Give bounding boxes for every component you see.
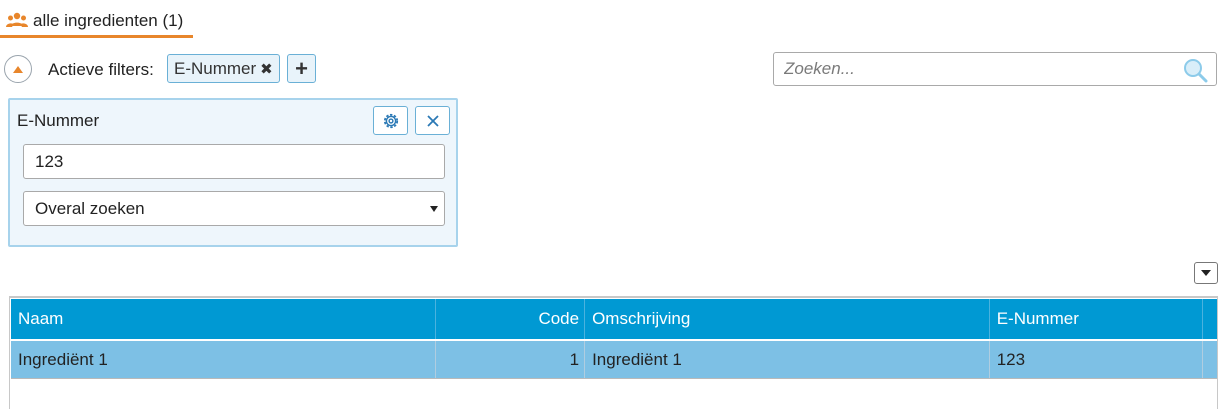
ingredients-table: Naam Code Omschrijving E-Nummer Ingredië… <box>9 296 1218 409</box>
close-x-icon[interactable]: ✖ <box>260 60 273 78</box>
add-filter-button[interactable]: + <box>287 54 316 83</box>
column-menu-button[interactable] <box>1194 262 1218 284</box>
column-header-code[interactable]: Code <box>436 299 586 339</box>
cell-code[interactable]: 1 <box>436 341 586 378</box>
filter-panel-title: E-Nummer <box>17 111 100 130</box>
filter-panel-e-nummer: E-Nummer Overal zoeken <box>8 98 458 247</box>
collapse-filters-button[interactable] <box>4 55 32 83</box>
search-mode-select[interactable]: Overal zoeken <box>23 191 445 226</box>
column-header-filler <box>1203 299 1217 339</box>
tab-alle-ingredienten[interactable]: alle ingredienten (1) <box>0 6 194 38</box>
table-row[interactable]: Ingrediënt 1 1 Ingrediënt 1 123 <box>11 341 1217 379</box>
search-icon[interactable] <box>1182 57 1208 83</box>
close-icon <box>426 114 439 127</box>
column-header-omschrijving[interactable]: Omschrijving <box>585 299 990 339</box>
users-icon <box>6 12 28 27</box>
cell-omschrijving[interactable]: Ingrediënt 1 <box>585 341 990 378</box>
filter-chip-e-nummer[interactable]: E-Nummer ✖ <box>167 54 280 83</box>
cell-e-nummer[interactable]: 123 <box>990 341 1203 378</box>
e-nummer-value-field[interactable] <box>23 144 445 179</box>
caret-down-icon <box>1201 270 1211 276</box>
search-input[interactable] <box>774 53 1174 85</box>
active-filters-label: Actieve filters: <box>48 60 154 79</box>
column-header-naam[interactable]: Naam <box>11 299 436 339</box>
cell-naam[interactable]: Ingrediënt 1 <box>11 341 436 378</box>
tab-label: alle ingredienten (1) <box>33 10 184 30</box>
gear-icon <box>383 113 398 128</box>
chevron-up-icon <box>13 65 23 73</box>
cell-filler <box>1203 341 1217 378</box>
filter-settings-button[interactable] <box>373 106 408 135</box>
column-header-e-nummer[interactable]: E-Nummer <box>990 299 1203 339</box>
table-header: Naam Code Omschrijving E-Nummer <box>11 299 1217 339</box>
search-box <box>773 52 1217 86</box>
filter-chip-label: E-Nummer <box>174 58 257 78</box>
caret-down-icon <box>430 206 438 212</box>
search-mode-value: Overal zoeken <box>35 198 145 218</box>
filter-remove-button[interactable] <box>415 106 450 135</box>
